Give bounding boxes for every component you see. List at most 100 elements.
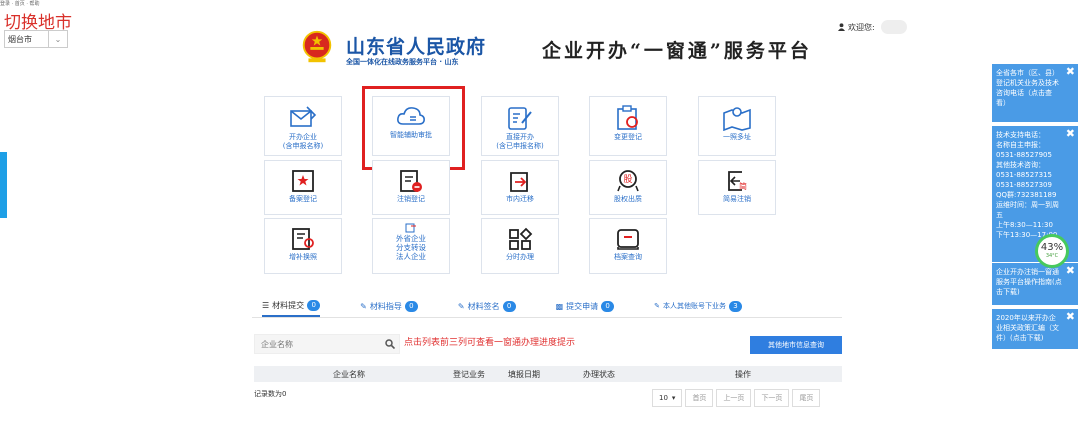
count-badge: 3 — [729, 300, 743, 312]
tile-label: 直接开办 (含已申报名称) — [496, 133, 544, 150]
grid-icon — [509, 227, 533, 250]
tab-label: 提交申请 — [566, 301, 599, 311]
edit-icon: ✎ — [457, 301, 465, 311]
tab-label: 本人其他账号下业务 — [663, 302, 727, 310]
close-icon[interactable]: ✖ — [1066, 265, 1075, 276]
tile-time-sharing[interactable]: 分时办理 — [481, 218, 559, 274]
tile-label: 市内迁移 — [506, 195, 534, 203]
tab-label: 材料签名 — [467, 301, 500, 311]
tile-label: 分时办理 — [506, 253, 534, 261]
count-badge: 0 — [502, 300, 516, 312]
system-gauge: 43% 34°C — [1035, 234, 1069, 268]
col-header: 登记业务 — [453, 369, 485, 379]
clipboard-refresh-icon — [617, 105, 638, 130]
gauge-percent: 43% — [1040, 242, 1064, 253]
tile-label: 外省企业 分支转设 法人企业 — [396, 234, 426, 261]
tile-open-company[interactable]: 开办企业 (含申报名称) — [264, 96, 342, 156]
tab-material-guide[interactable]: ✎ 材料指导 0 — [360, 296, 418, 316]
tile-label: 备案登记 — [289, 195, 317, 203]
tile-label: 变更登记 — [614, 133, 642, 141]
tile-archive-query[interactable]: 档案查询 — [589, 218, 667, 274]
tile-label: 简易注销 — [723, 195, 751, 203]
tab-label: 材料提交 — [272, 300, 305, 310]
col-header: 企业名称 — [333, 369, 365, 379]
tile-label: 增补换照 — [289, 253, 317, 261]
tab-material-submit[interactable]: ☰ 材料提交 0 — [262, 295, 321, 317]
search-input[interactable] — [255, 338, 373, 350]
welcome-text: 欢迎您: — [848, 22, 875, 32]
record-count: 记录数为0 — [254, 390, 287, 398]
welcome-area: 欢迎您: — [838, 20, 907, 34]
gauge-temp: 34°C — [1045, 253, 1059, 259]
briefcase-icon: ▩ — [555, 301, 564, 311]
svg-text:简: 简 — [739, 181, 747, 191]
prev-page-button[interactable]: 上一页 — [716, 389, 752, 407]
tile-label: 一照多址 — [723, 133, 751, 141]
gov-title: 山东省人民政府 — [346, 36, 487, 58]
user-icon — [838, 23, 845, 31]
national-emblem-icon — [302, 30, 332, 63]
tab-other-accounts[interactable]: ✎ 本人其他账号下业务 3 — [654, 296, 743, 316]
count-badge: 0 — [404, 300, 418, 312]
search-icon[interactable] — [385, 339, 395, 349]
city-select[interactable]: 烟台市 ⌄ — [4, 30, 68, 48]
simple-exit-icon: 简 — [728, 171, 747, 191]
doc-badge-icon — [292, 228, 314, 250]
next-page-button[interactable]: 下一页 — [754, 389, 790, 407]
gov-subtitle: 全国一体化在线政务服务平台 · 山东 — [346, 58, 459, 66]
migrate-icon — [510, 172, 528, 192]
map-pin-icon — [723, 107, 751, 131]
tile-label: 档案查询 — [614, 253, 642, 261]
first-page-button[interactable]: 首页 — [685, 389, 714, 407]
username-avatar[interactable] — [880, 20, 907, 34]
other-city-query-button[interactable]: 其他地市信息查询 — [750, 336, 842, 354]
highlight-box — [362, 86, 465, 170]
notice-text: 全省各市（区、县）登记机关业务及技术咨询电话（点击查看） — [996, 69, 1059, 107]
left-side-tab[interactable] — [0, 152, 7, 218]
envelope-pen-icon — [290, 106, 317, 127]
tile-city-migration[interactable]: 市内迁移 — [481, 160, 559, 215]
close-icon[interactable]: ✖ — [1066, 128, 1075, 139]
city-select-value: 烟台市 — [8, 34, 32, 44]
tile-multi-address[interactable]: 一照多址 — [698, 96, 776, 156]
close-icon[interactable]: ✖ — [1066, 311, 1075, 322]
tile-filing-registration[interactable]: 备案登记 — [264, 160, 342, 215]
notice-consult-phone[interactable]: ✖ 全省各市（区、县）登记机关业务及技术咨询电话（点击查看） — [992, 64, 1078, 122]
tile-equity-pledge[interactable]: 股 股权出质 — [589, 160, 667, 215]
tile-direct-open[interactable]: 直接开办 (含已申报名称) — [481, 96, 559, 156]
notice-policy-download[interactable]: ✖ 2020年以来开办企业相关政策汇编（文件）(点击下载) — [992, 309, 1078, 349]
col-header: 操作 — [735, 369, 751, 379]
notice-guide-download[interactable]: ✖ 企业开办注销一窗通服务平台操作指南(点击下载) — [992, 263, 1078, 305]
tile-simple-cancel[interactable]: 简 简易注销 — [698, 160, 776, 215]
status-tabs: ☰ 材料提交 0 ✎ 材料指导 0 ✎ 材料签名 0 ▩ 提交申请 0 ✎ 本人… — [262, 295, 842, 317]
tile-branch-transfer[interactable]: 外省企业 分支转设 法人企业 — [372, 218, 450, 274]
progress-hint: 点击列表前三列可查看一窗通办理进度提示 — [404, 338, 576, 348]
notice-text: 技术支持电话： 名称自主申报： 0531-88527905 其他技术咨询： 05… — [996, 131, 1059, 239]
archive-icon — [617, 229, 639, 250]
tile-label: 股权出质 — [614, 195, 642, 203]
star-doc-icon — [292, 170, 314, 192]
list-icon: ☰ — [262, 300, 270, 310]
tab-material-sign[interactable]: ✎ 材料签名 0 — [458, 296, 516, 316]
page-size-select[interactable]: 10 ▾ — [652, 389, 683, 407]
count-badge: 0 — [601, 300, 615, 312]
tile-label: 注销登记 — [397, 195, 425, 203]
page-size-value: 10 — [659, 394, 668, 402]
edit-icon: ✎ — [360, 301, 367, 311]
tab-submit-application[interactable]: ▩ 提交申请 0 — [556, 296, 615, 316]
tile-license-replacement[interactable]: 增补换照 — [264, 218, 342, 274]
close-icon[interactable]: ✖ — [1066, 66, 1075, 77]
doc-minus-icon — [400, 170, 422, 192]
tab-divider — [252, 317, 842, 318]
last-page-button[interactable]: 尾页 — [792, 389, 821, 407]
tab-label: 材料指导 — [369, 301, 402, 311]
notice-text: 2020年以来开办企业相关政策汇编（文件）(点击下载) — [996, 314, 1059, 342]
search-box — [254, 334, 400, 354]
chevron-down-icon[interactable]: ⌄ — [48, 31, 67, 47]
svg-text:股: 股 — [623, 174, 632, 185]
notice-text: 企业开办注销一窗通服务平台操作指南(点击下载) — [996, 268, 1062, 296]
tile-cancel-registration[interactable]: 注销登记 — [372, 160, 450, 215]
transfer-icon — [405, 223, 416, 233]
tile-change-registration[interactable]: 变更登记 — [589, 96, 667, 156]
col-header: 填报日期 — [508, 369, 540, 379]
